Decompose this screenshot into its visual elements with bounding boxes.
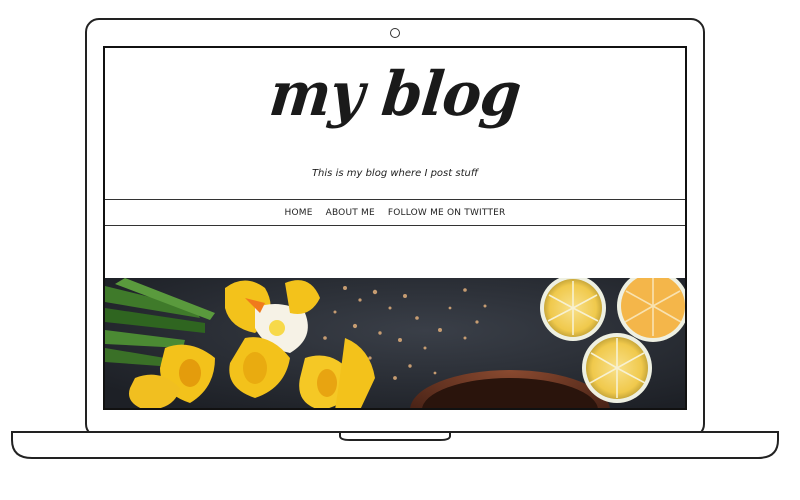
nav-home[interactable]: HOME — [284, 208, 312, 218]
laptop-mockup: my blog This is my blog where I post stu… — [0, 0, 800, 500]
hero-image — [105, 278, 685, 408]
main-navigation: HOME ABOUT ME FOLLOW ME ON TWITTER — [105, 199, 685, 226]
nav-about-me[interactable]: ABOUT ME — [326, 208, 375, 218]
laptop-base — [11, 431, 779, 459]
blog-tagline: This is my blog where I post stuff — [311, 168, 479, 179]
hero-photo-illustration — [105, 278, 685, 408]
camera-icon — [390, 28, 400, 38]
site-header: my blog This is my blog where I post stu… — [105, 48, 685, 198]
blog-logo[interactable]: my blog — [105, 58, 685, 129]
laptop-screen: my blog This is my blog where I post stu… — [103, 46, 687, 410]
nav-follow-twitter[interactable]: FOLLOW ME ON TWITTER — [388, 208, 506, 218]
